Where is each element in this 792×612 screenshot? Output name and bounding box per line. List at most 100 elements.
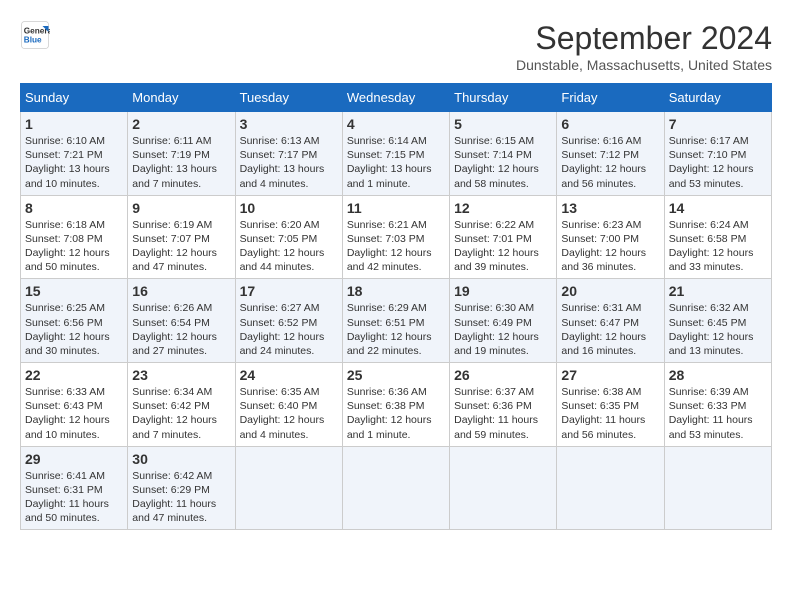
- table-row: 27 Sunrise: 6:38 AMSunset: 6:35 PMDayligh…: [557, 363, 664, 447]
- day-info: Sunrise: 6:33 AMSunset: 6:43 PMDaylight:…: [25, 385, 123, 442]
- day-info: Sunrise: 6:30 AMSunset: 6:49 PMDaylight:…: [454, 301, 552, 358]
- day-info: Sunrise: 6:11 AMSunset: 7:19 PMDaylight:…: [132, 134, 230, 191]
- day-info: Sunrise: 6:23 AMSunset: 7:00 PMDaylight:…: [561, 218, 659, 275]
- day-number: 19: [454, 283, 552, 299]
- table-row: [664, 446, 771, 530]
- page-header: General Blue September 2024 Dunstable, M…: [20, 20, 772, 73]
- day-number: 22: [25, 367, 123, 383]
- day-info: Sunrise: 6:17 AMSunset: 7:10 PMDaylight:…: [669, 134, 767, 191]
- col-sunday: Sunday: [21, 84, 128, 112]
- page-title: September 2024: [516, 20, 772, 57]
- calendar-header-row: Sunday Monday Tuesday Wednesday Thursday…: [21, 84, 772, 112]
- week-row-3: 15 Sunrise: 6:25 AMSunset: 6:56 PMDayligh…: [21, 279, 772, 363]
- day-info: Sunrise: 6:18 AMSunset: 7:08 PMDaylight:…: [25, 218, 123, 275]
- day-number: 6: [561, 116, 659, 132]
- table-row: 22 Sunrise: 6:33 AMSunset: 6:43 PMDayligh…: [21, 363, 128, 447]
- table-row: 21Sunrise: 6:32 AMSunset: 6:45 PMDayligh…: [664, 279, 771, 363]
- day-info: Sunrise: 6:38 AMSunset: 6:35 PMDaylight:…: [561, 385, 659, 442]
- day-number: 10: [240, 200, 338, 216]
- day-info: Sunrise: 6:14 AMSunset: 7:15 PMDaylight:…: [347, 134, 445, 191]
- day-info: Sunrise: 6:27 AMSunset: 6:52 PMDaylight:…: [240, 301, 338, 358]
- table-row: 14Sunrise: 6:24 AMSunset: 6:58 PMDayligh…: [664, 195, 771, 279]
- day-number: 21: [669, 283, 767, 299]
- day-number: 26: [454, 367, 552, 383]
- col-saturday: Saturday: [664, 84, 771, 112]
- calendar-table: Sunday Monday Tuesday Wednesday Thursday…: [20, 83, 772, 530]
- day-number: 28: [669, 367, 767, 383]
- day-info: Sunrise: 6:16 AMSunset: 7:12 PMDaylight:…: [561, 134, 659, 191]
- day-info: Sunrise: 6:36 AMSunset: 6:38 PMDaylight:…: [347, 385, 445, 442]
- day-info: Sunrise: 6:19 AMSunset: 7:07 PMDaylight:…: [132, 218, 230, 275]
- table-row: 5Sunrise: 6:15 AMSunset: 7:14 PMDaylight…: [450, 112, 557, 196]
- day-info: Sunrise: 6:21 AMSunset: 7:03 PMDaylight:…: [347, 218, 445, 275]
- col-monday: Monday: [128, 84, 235, 112]
- table-row: 20Sunrise: 6:31 AMSunset: 6:47 PMDayligh…: [557, 279, 664, 363]
- day-number: 25: [347, 367, 445, 383]
- day-info: Sunrise: 6:31 AMSunset: 6:47 PMDaylight:…: [561, 301, 659, 358]
- day-number: 23: [132, 367, 230, 383]
- table-row: 18Sunrise: 6:29 AMSunset: 6:51 PMDayligh…: [342, 279, 449, 363]
- day-number: 24: [240, 367, 338, 383]
- table-row: 28 Sunrise: 6:39 AMSunset: 6:33 PMDayligh…: [664, 363, 771, 447]
- table-row: [450, 446, 557, 530]
- day-number: 1: [25, 116, 123, 132]
- day-number: 11: [347, 200, 445, 216]
- table-row: 6 Sunrise: 6:16 AMSunset: 7:12 PMDaylight…: [557, 112, 664, 196]
- logo-icon: General Blue: [20, 20, 50, 50]
- day-info: Sunrise: 6:13 AMSunset: 7:17 PMDaylight:…: [240, 134, 338, 191]
- table-row: 19 Sunrise: 6:30 AMSunset: 6:49 PMDayligh…: [450, 279, 557, 363]
- day-info: Sunrise: 6:24 AMSunset: 6:58 PMDaylight:…: [669, 218, 767, 275]
- day-info: Sunrise: 6:25 AMSunset: 6:56 PMDaylight:…: [25, 301, 123, 358]
- table-row: 24 Sunrise: 6:35 AMSunset: 6:40 PMDayligh…: [235, 363, 342, 447]
- day-number: 18: [347, 283, 445, 299]
- col-friday: Friday: [557, 84, 664, 112]
- day-info: Sunrise: 6:15 AMSunset: 7:14 PMDaylight:…: [454, 134, 552, 191]
- day-info: Sunrise: 6:35 AMSunset: 6:40 PMDaylight:…: [240, 385, 338, 442]
- day-number: 30: [132, 451, 230, 467]
- day-number: 29: [25, 451, 123, 467]
- table-row: 7 Sunrise: 6:17 AMSunset: 7:10 PMDaylight…: [664, 112, 771, 196]
- day-info: Sunrise: 6:10 AMSunset: 7:21 PMDaylight:…: [25, 134, 123, 191]
- table-row: 30Sunrise: 6:42 AMSunset: 6:29 PMDayligh…: [128, 446, 235, 530]
- table-row: 4 Sunrise: 6:14 AMSunset: 7:15 PMDaylight…: [342, 112, 449, 196]
- col-thursday: Thursday: [450, 84, 557, 112]
- table-row: [342, 446, 449, 530]
- table-row: 10Sunrise: 6:20 AMSunset: 7:05 PMDayligh…: [235, 195, 342, 279]
- day-number: 12: [454, 200, 552, 216]
- day-number: 27: [561, 367, 659, 383]
- week-row-4: 22 Sunrise: 6:33 AMSunset: 6:43 PMDayligh…: [21, 363, 772, 447]
- table-row: 8 Sunrise: 6:18 AMSunset: 7:08 PMDaylight…: [21, 195, 128, 279]
- svg-text:Blue: Blue: [24, 36, 42, 45]
- day-info: Sunrise: 6:26 AMSunset: 6:54 PMDaylight:…: [132, 301, 230, 358]
- table-row: 17 Sunrise: 6:27 AMSunset: 6:52 PMDayligh…: [235, 279, 342, 363]
- title-section: September 2024 Dunstable, Massachusetts,…: [516, 20, 772, 73]
- day-number: 4: [347, 116, 445, 132]
- day-number: 15: [25, 283, 123, 299]
- day-number: 8: [25, 200, 123, 216]
- day-number: 3: [240, 116, 338, 132]
- day-number: 9: [132, 200, 230, 216]
- page-subtitle: Dunstable, Massachusetts, United States: [516, 57, 772, 73]
- day-number: 16: [132, 283, 230, 299]
- table-row: 1 Sunrise: 6:10 AMSunset: 7:21 PMDaylight…: [21, 112, 128, 196]
- table-row: [557, 446, 664, 530]
- table-row: 13Sunrise: 6:23 AMSunset: 7:00 PMDayligh…: [557, 195, 664, 279]
- table-row: 9 Sunrise: 6:19 AMSunset: 7:07 PMDaylight…: [128, 195, 235, 279]
- day-info: Sunrise: 6:39 AMSunset: 6:33 PMDaylight:…: [669, 385, 767, 442]
- day-info: Sunrise: 6:37 AMSunset: 6:36 PMDaylight:…: [454, 385, 552, 442]
- day-number: 2: [132, 116, 230, 132]
- day-number: 17: [240, 283, 338, 299]
- table-row: 23 Sunrise: 6:34 AMSunset: 6:42 PMDayligh…: [128, 363, 235, 447]
- day-number: 7: [669, 116, 767, 132]
- day-info: Sunrise: 6:34 AMSunset: 6:42 PMDaylight:…: [132, 385, 230, 442]
- col-tuesday: Tuesday: [235, 84, 342, 112]
- table-row: [235, 446, 342, 530]
- day-info: Sunrise: 6:41 AMSunset: 6:31 PMDaylight:…: [25, 469, 123, 526]
- day-info: Sunrise: 6:22 AMSunset: 7:01 PMDaylight:…: [454, 218, 552, 275]
- table-row: 12 Sunrise: 6:22 AMSunset: 7:01 PMDayligh…: [450, 195, 557, 279]
- col-wednesday: Wednesday: [342, 84, 449, 112]
- table-row: 2 Sunrise: 6:11 AMSunset: 7:19 PMDaylight…: [128, 112, 235, 196]
- table-row: 25 Sunrise: 6:36 AMSunset: 6:38 PMDayligh…: [342, 363, 449, 447]
- logo: General Blue: [20, 20, 50, 50]
- week-row-1: 1 Sunrise: 6:10 AMSunset: 7:21 PMDaylight…: [21, 112, 772, 196]
